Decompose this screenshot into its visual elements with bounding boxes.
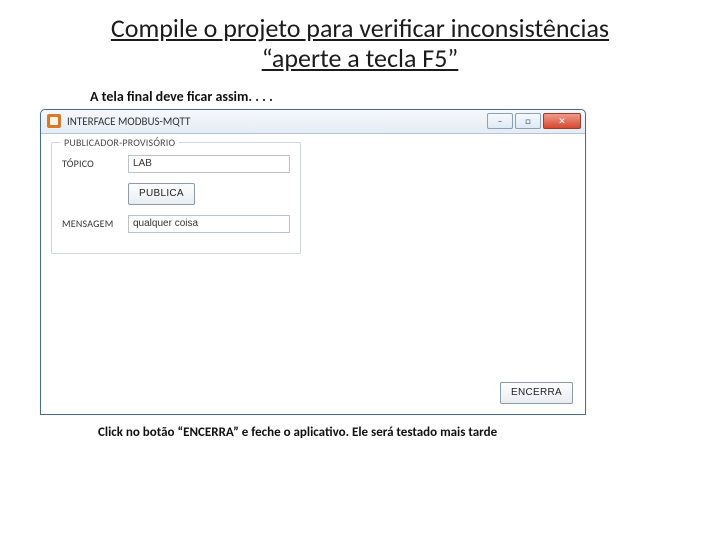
client-area: PUBLICADOR-PROVISÓRIO TÓPICO PUBLICA MEN… [41, 134, 585, 414]
groupbox-legend: PUBLICADOR-PROVISÓRIO [60, 136, 179, 149]
caption-above: A tela final deve ficar assim. . . . [90, 88, 720, 105]
message-label: MENSAGEM [62, 217, 128, 230]
close-button[interactable]: ✕ [543, 113, 581, 129]
title-line2: “aperte a tecla F5” [40, 44, 680, 74]
title-line1: Compile o projeto para verificar inconsi… [111, 12, 609, 44]
app-icon [47, 114, 61, 128]
publish-row: PUBLICA [62, 183, 290, 205]
topic-row: TÓPICO [62, 155, 290, 173]
window-title: INTERFACE MODBUS-MQTT [67, 115, 190, 128]
app-window: INTERFACE MODBUS-MQTT – □ ✕ PUBLICADOR-P… [40, 109, 586, 415]
minimize-button[interactable]: – [487, 113, 513, 129]
caption-below: Click no botão “ENCERRA” e feche o aplic… [98, 425, 578, 441]
publish-button[interactable]: PUBLICA [128, 183, 195, 205]
topic-label: TÓPICO [62, 157, 128, 170]
maximize-button[interactable]: □ [515, 113, 541, 129]
publisher-groupbox: PUBLICADOR-PROVISÓRIO TÓPICO PUBLICA MEN… [51, 142, 301, 254]
message-input[interactable] [128, 215, 290, 233]
encerra-button[interactable]: ENCERRA [500, 382, 573, 404]
window-controls: – □ ✕ [485, 113, 581, 129]
titlebar[interactable]: INTERFACE MODBUS-MQTT – □ ✕ [41, 110, 585, 134]
message-row: MENSAGEM [62, 215, 290, 233]
topic-input[interactable] [128, 155, 290, 173]
slide-title: Compile o projeto para verificar inconsi… [0, 0, 720, 74]
